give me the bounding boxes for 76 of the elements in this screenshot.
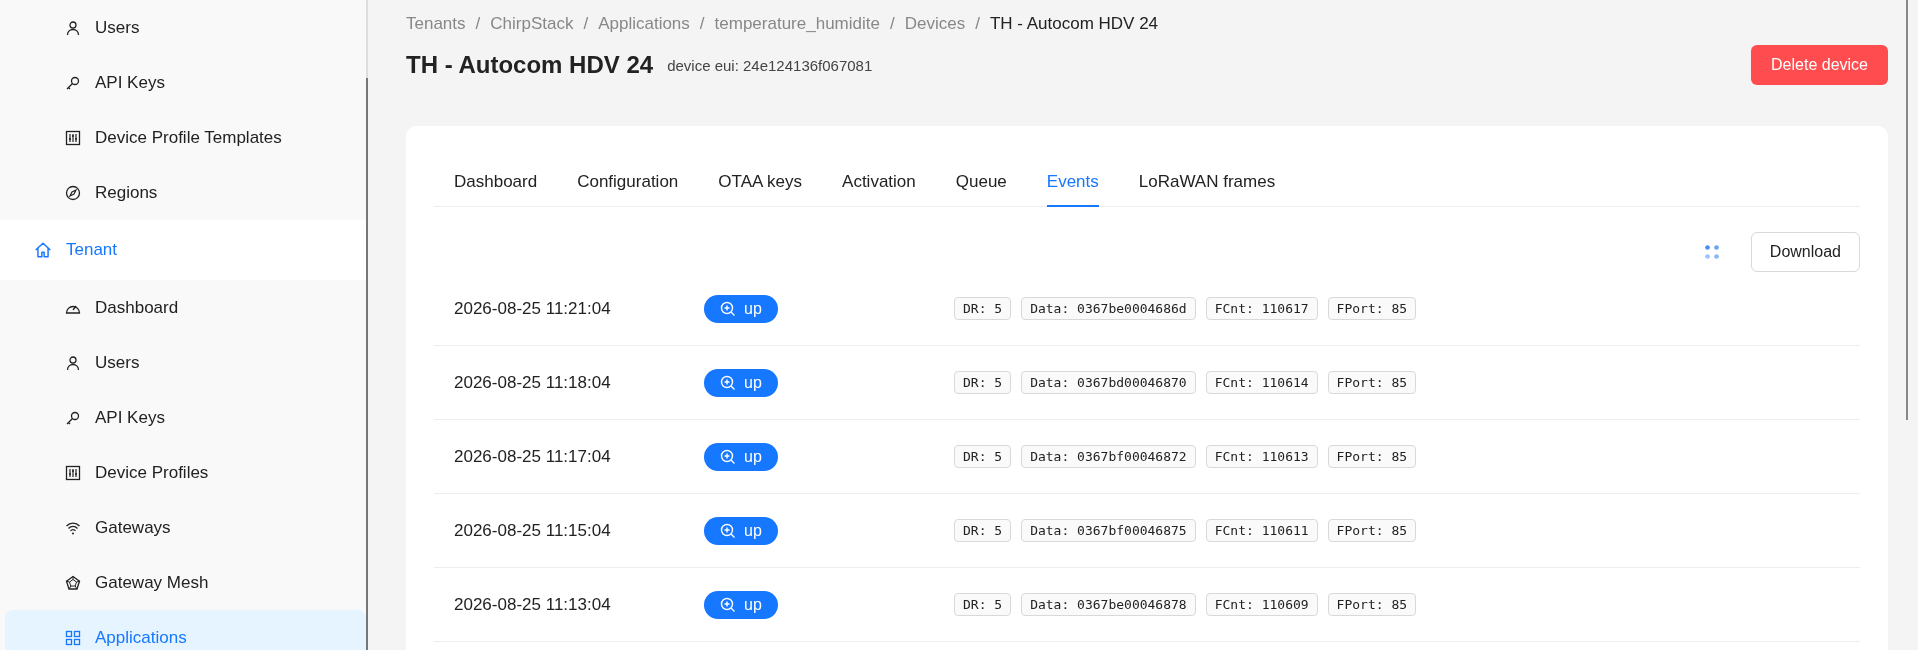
grid-icon [65, 629, 81, 646]
scrollbar-thumb[interactable] [1906, 0, 1908, 420]
sidebar-section[interactable]: Tenant [0, 220, 366, 280]
event-tag: FCnt: 110609 [1205, 593, 1318, 616]
sidebar-item[interactable]: Gateways [5, 500, 366, 555]
tab[interactable]: Configuration [577, 172, 679, 207]
event-tag: Data: 0367be00046878 [1021, 593, 1196, 616]
loading-dots-icon [1702, 243, 1721, 261]
tab[interactable]: Activation [842, 172, 916, 207]
breadcrumb-separator: / [583, 14, 589, 34]
breadcrumb-current: TH - Autocom HDV 24 [989, 14, 1159, 34]
sidebar-item[interactable]: Users [5, 0, 366, 55]
event-tag: Data: 0367bf00046875 [1021, 519, 1196, 542]
sidebar-item[interactable]: API Keys [5, 390, 366, 445]
event-tag: FPort: 85 [1327, 297, 1417, 320]
event-type-button[interactable]: up [704, 368, 778, 397]
event-time: 2026-08-25 11:17:04 [454, 446, 612, 467]
tab[interactable]: Events [1046, 172, 1099, 207]
user-icon [65, 19, 81, 36]
event-tag: DR: 5 [954, 593, 1012, 616]
event-tag: Data: 0367be0004686d [1021, 297, 1196, 320]
event-tag: DR: 5 [954, 371, 1012, 394]
event-tag: Data: 0367bd00046870 [1021, 371, 1196, 394]
sidebar-item[interactable]: API Keys [5, 55, 366, 110]
zoom-in-icon [720, 374, 736, 391]
sliders-icon [65, 129, 81, 146]
event-type-button[interactable]: up [704, 294, 778, 323]
mesh-icon [65, 574, 81, 591]
event-tag: FCnt: 110613 [1205, 445, 1318, 468]
event-type-button[interactable]: up [704, 442, 778, 471]
sidebar-item[interactable]: Device Profile Templates [5, 110, 366, 165]
zoom-in-icon [720, 300, 736, 317]
event-tag: FCnt: 110614 [1205, 371, 1318, 394]
key-icon [65, 74, 81, 91]
tab[interactable]: OTAA keys [718, 172, 803, 207]
event-time: 2026-08-25 11:21:04 [454, 298, 612, 319]
event-type-button[interactable]: up [704, 590, 778, 619]
breadcrumb-separator: / [889, 14, 895, 34]
tab[interactable]: Dashboard [454, 172, 538, 207]
device-eui: device eui: 24e124136f067081 [667, 56, 873, 74]
event-tag: FPort: 85 [1327, 519, 1417, 542]
event-time: 2026-08-25 11:18:04 [454, 372, 612, 393]
sidebar-item[interactable]: Regions [5, 165, 366, 220]
sliders-icon [65, 464, 81, 481]
compass-icon [65, 184, 81, 201]
event-time: 2026-08-25 11:15:04 [454, 520, 612, 541]
sidebar-item[interactable]: Device Profiles [5, 445, 366, 500]
tab[interactable]: LoRaWAN frames [1138, 172, 1276, 207]
sidebar-item[interactable]: Users [5, 335, 366, 390]
download-button[interactable]: Download [1750, 232, 1860, 272]
event-tag: FPort: 85 [1327, 445, 1417, 468]
user-icon [65, 354, 81, 371]
event-time: 2026-08-25 11:13:04 [454, 594, 612, 615]
sidebar-item[interactable]: Gateway Mesh [5, 555, 366, 610]
breadcrumb-separator: / [475, 14, 481, 34]
home-icon [34, 241, 52, 259]
breadcrumb-separator: / [975, 14, 980, 34]
breadcrumb-separator: / [699, 14, 705, 34]
tab[interactable]: Queue [955, 172, 1007, 207]
event-tag: DR: 5 [954, 297, 1012, 320]
event-tag: Data: 0367bf00046872 [1021, 445, 1196, 468]
event-type-button[interactable]: up [704, 516, 778, 545]
event-tag: DR: 5 [954, 519, 1012, 542]
sidebar-item[interactable]: Applications [5, 610, 366, 650]
event-tag: FPort: 85 [1327, 371, 1417, 394]
zoom-in-icon [720, 448, 736, 465]
zoom-in-icon [720, 596, 736, 613]
sidebar-item[interactable]: Dashboard [5, 280, 366, 335]
zoom-in-icon [720, 522, 736, 539]
event-tag: FCnt: 110617 [1205, 297, 1318, 320]
page-title: TH - Autocom HDV 24 [406, 51, 654, 79]
scrollbar-thumb[interactable] [366, 78, 368, 650]
event-tag: FCnt: 110611 [1205, 519, 1318, 542]
key-icon [65, 409, 81, 426]
event-tag: FPort: 85 [1327, 593, 1417, 616]
event-tag: DR: 5 [954, 445, 1012, 468]
